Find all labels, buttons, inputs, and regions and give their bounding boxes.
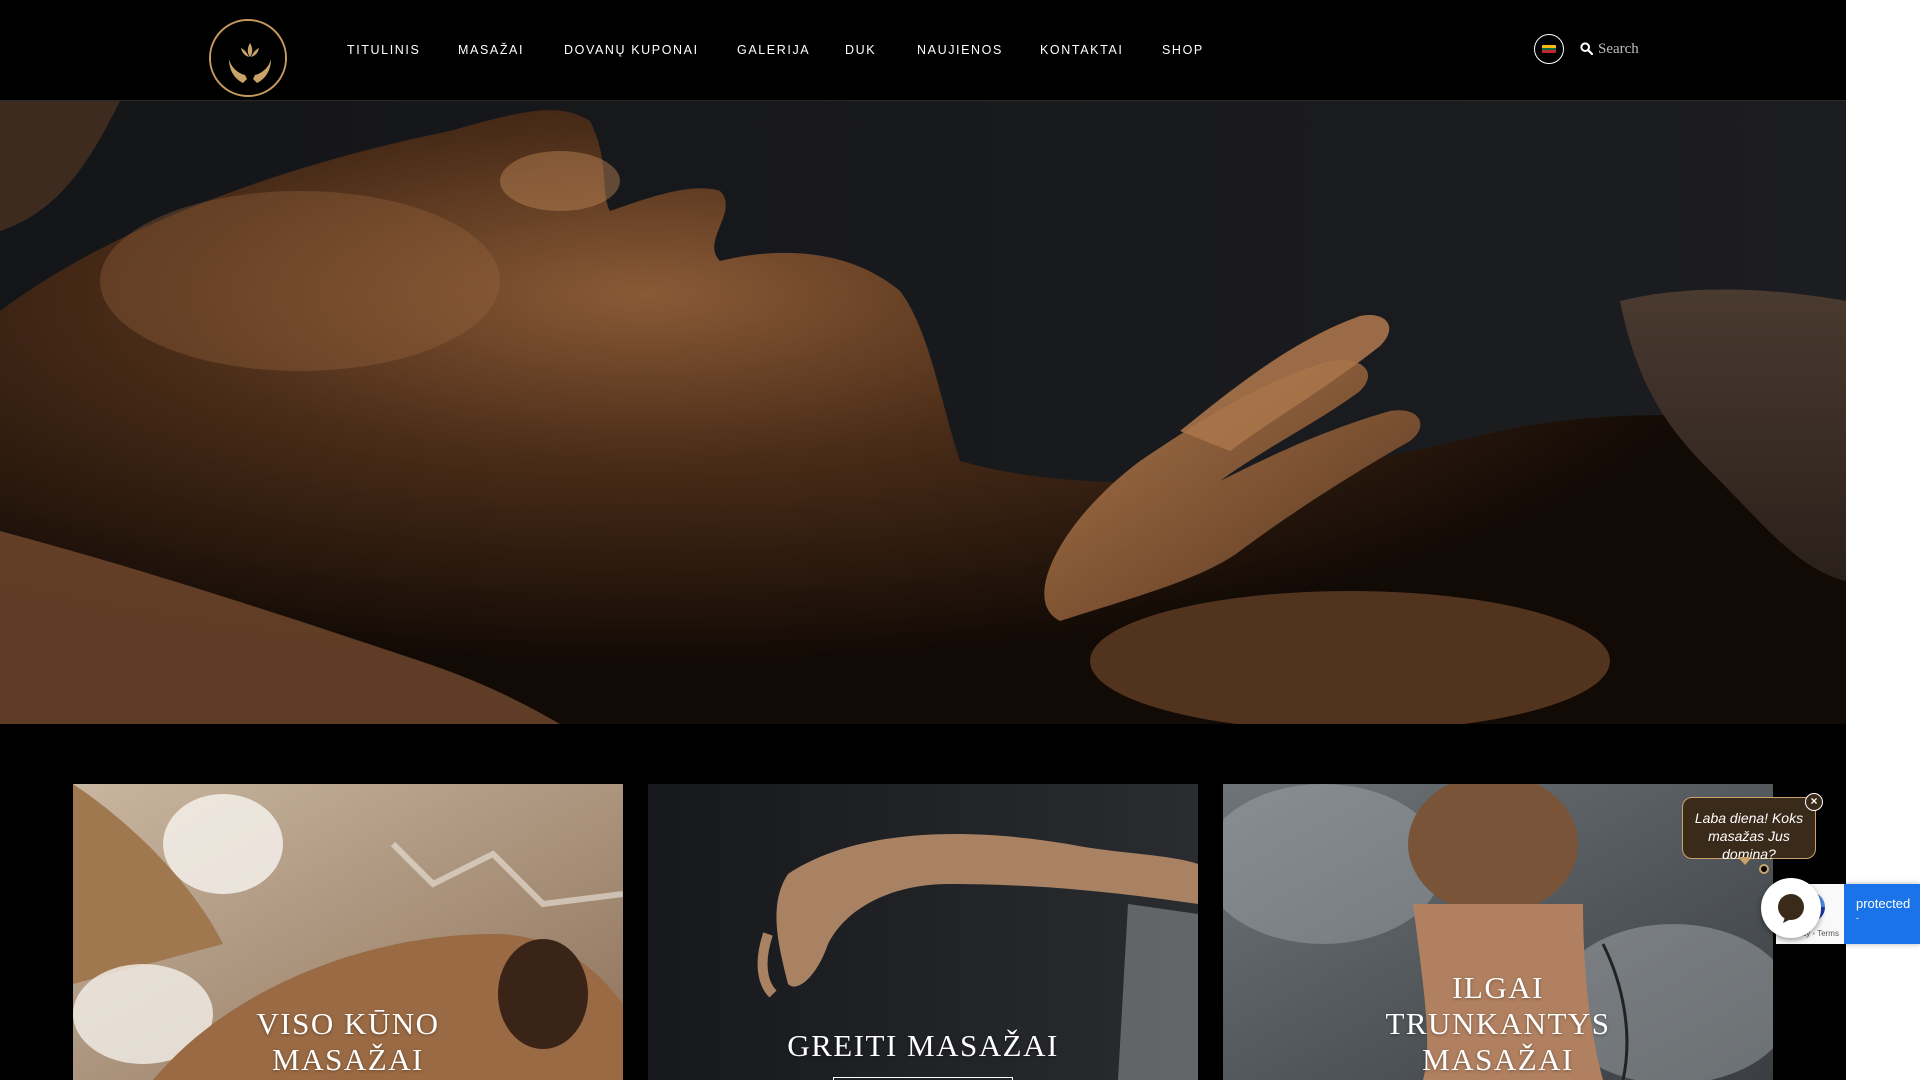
card-title-line: ILGAI: [1452, 970, 1544, 1005]
hero-image: [0, 101, 1846, 724]
nav-item-titulinis[interactable]: TITULINIS: [347, 43, 420, 57]
chat-bubble-icon: [1778, 894, 1804, 923]
card-title-line: TRUNKANTYS: [1385, 1006, 1611, 1041]
search-input[interactable]: [1598, 40, 1668, 58]
nav-item-kontaktai[interactable]: KONTAKTAI: [1040, 43, 1123, 57]
card-greiti-masazai[interactable]: GREITI MASAŽAI: [648, 784, 1198, 1080]
recaptcha-sub: -: [1856, 913, 1859, 923]
nav-item-shop[interactable]: SHOP: [1162, 43, 1204, 57]
chat-status-dot: [1759, 864, 1769, 874]
chat-bubble-tail: [1738, 857, 1752, 865]
main-navigation: TITULINIS MASAŽAI DOVANŲ KUPONAI GALERIJ…: [0, 0, 1300, 100]
site-header: TITULINIS MASAŽAI DOVANŲ KUPONAI GALERIJ…: [0, 0, 1846, 101]
recaptcha-label: protected: [1856, 896, 1911, 911]
nav-item-duk[interactable]: DUK: [845, 43, 876, 57]
card-title: GREITI MASAŽAI: [648, 1028, 1198, 1064]
card-title: VISO KŪNO MASAŽAI: [73, 1006, 623, 1078]
search-box[interactable]: [1580, 40, 1668, 60]
card-title-line: GREITI MASAŽAI: [787, 1028, 1059, 1063]
nav-item-dovanu-kuponai[interactable]: DOVANŲ KUPONAI: [564, 43, 699, 57]
hero-massage-photo: [0, 101, 1846, 724]
nav-item-naujienos[interactable]: NAUJIENOS: [917, 43, 1003, 57]
chat-launcher-button[interactable]: [1761, 878, 1821, 938]
nav-item-masazai[interactable]: MASAŽAI: [458, 43, 524, 57]
chat-greeting-line: Laba diena! Koks: [1694, 810, 1804, 826]
lithuania-flag-icon: [1542, 45, 1556, 53]
page-viewport: TITULINIS MASAŽAI DOVANŲ KUPONAI GALERIJ…: [0, 0, 1846, 1080]
card-viso-kuno-masazai[interactable]: VISO KŪNO MASAŽAI: [73, 784, 623, 1080]
chat-close-button[interactable]: ×: [1805, 793, 1823, 811]
search-icon[interactable]: [1580, 42, 1593, 55]
card-title-line: MASAŽAI: [272, 1042, 424, 1077]
card-title-line: MASAŽAI: [1422, 1042, 1574, 1077]
recaptcha-panel: protected -: [1844, 884, 1920, 944]
nav-item-galerija[interactable]: GALERIJA: [737, 43, 810, 57]
language-switcher[interactable]: [1534, 34, 1564, 64]
card-title-line: VISO KŪNO: [256, 1006, 440, 1041]
chat-greeting-bubble[interactable]: Laba diena! Koks masažas Jus domina?: [1682, 797, 1816, 862]
card-title: ILGAI TRUNKANTYS MASAŽAI: [1223, 970, 1773, 1078]
